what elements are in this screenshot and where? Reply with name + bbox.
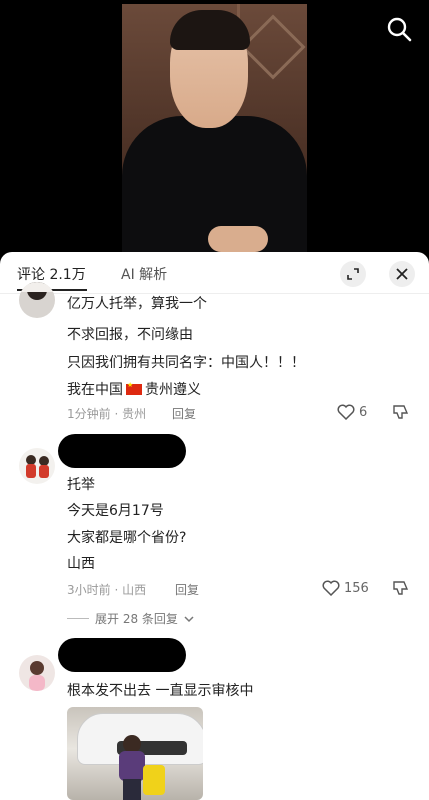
comment-text-line: 大家都是哪个省份? bbox=[67, 530, 187, 546]
chevron-down-icon bbox=[184, 615, 194, 622]
video-frame bbox=[122, 4, 307, 252]
comment-text-line: 只因我们拥有共同名字：中国人！！！ bbox=[67, 355, 305, 371]
avatar[interactable] bbox=[19, 655, 55, 691]
person-hands bbox=[208, 226, 268, 252]
like-button[interactable]: 6 bbox=[337, 404, 367, 420]
tab-comments[interactable]: 评论 2.1万 bbox=[17, 264, 86, 284]
comment-time: 3小时前 · 山西 bbox=[67, 583, 147, 597]
tab-ai-analysis[interactable]: AI 解析 bbox=[121, 264, 167, 284]
avatar-image bbox=[19, 282, 55, 300]
china-flag-icon bbox=[126, 381, 142, 395]
avatar[interactable] bbox=[19, 282, 55, 318]
search-button[interactable] bbox=[385, 15, 413, 43]
expand-replies-button[interactable]: 展开 28 条回复 bbox=[67, 610, 194, 627]
comment-panel-header: 评论 2.1万 AI 解析 bbox=[0, 252, 429, 294]
comment-text-line: 不求回报，不问缘由 bbox=[67, 327, 193, 343]
fuel-can bbox=[143, 765, 165, 795]
location-prefix: 我在中国 bbox=[67, 382, 123, 398]
comment-text-line: 山西 bbox=[67, 556, 95, 572]
thumbs-down-icon bbox=[393, 581, 409, 595]
expand-panel-button[interactable] bbox=[340, 261, 366, 287]
child-body bbox=[119, 751, 145, 781]
comment-text-line: 托举 bbox=[67, 477, 95, 493]
dislike-button[interactable] bbox=[392, 580, 410, 600]
redacted-username bbox=[58, 638, 186, 672]
like-button[interactable]: 156 bbox=[322, 580, 369, 596]
avatar[interactable] bbox=[19, 448, 55, 484]
comment-text-line: 亿万人托举，算我一个 bbox=[67, 296, 207, 312]
avatar-image bbox=[29, 661, 45, 691]
avatar-image bbox=[26, 455, 49, 478]
divider bbox=[67, 618, 89, 619]
close-panel-button[interactable] bbox=[389, 261, 415, 287]
expand-icon bbox=[347, 268, 359, 280]
heart-icon bbox=[322, 580, 340, 596]
comment-text-line: 根本发不出去 一直显示审核中 bbox=[67, 683, 254, 699]
like-count: 156 bbox=[344, 580, 369, 596]
comment-photo[interactable] bbox=[67, 707, 203, 800]
video-player[interactable] bbox=[0, 0, 429, 252]
child-figure bbox=[119, 735, 145, 800]
thumbs-down-icon bbox=[393, 405, 409, 419]
heart-icon bbox=[337, 404, 355, 420]
search-icon bbox=[387, 17, 412, 42]
redacted-username bbox=[58, 434, 186, 468]
reply-button[interactable]: 回复 bbox=[172, 405, 196, 422]
close-icon bbox=[396, 268, 408, 280]
location-suffix: 贵州遵义 bbox=[145, 382, 201, 398]
like-count: 6 bbox=[359, 404, 368, 420]
dislike-button[interactable] bbox=[392, 404, 410, 424]
comment-time: 1分钟前 · 贵州 bbox=[67, 407, 147, 421]
reply-button[interactable]: 回复 bbox=[175, 581, 199, 598]
child-legs bbox=[123, 779, 141, 800]
expand-replies-label: 展开 28 条回复 bbox=[95, 612, 178, 626]
comment-panel: 评论 2.1万 AI 解析 亿万人托举，算我一个 不求回报，不问缘由 只因我们拥… bbox=[0, 252, 429, 800]
comment-text-line: 今天是6月17号 bbox=[67, 503, 164, 519]
comment-location-line: 我在中国 贵州遵义 bbox=[67, 379, 201, 399]
